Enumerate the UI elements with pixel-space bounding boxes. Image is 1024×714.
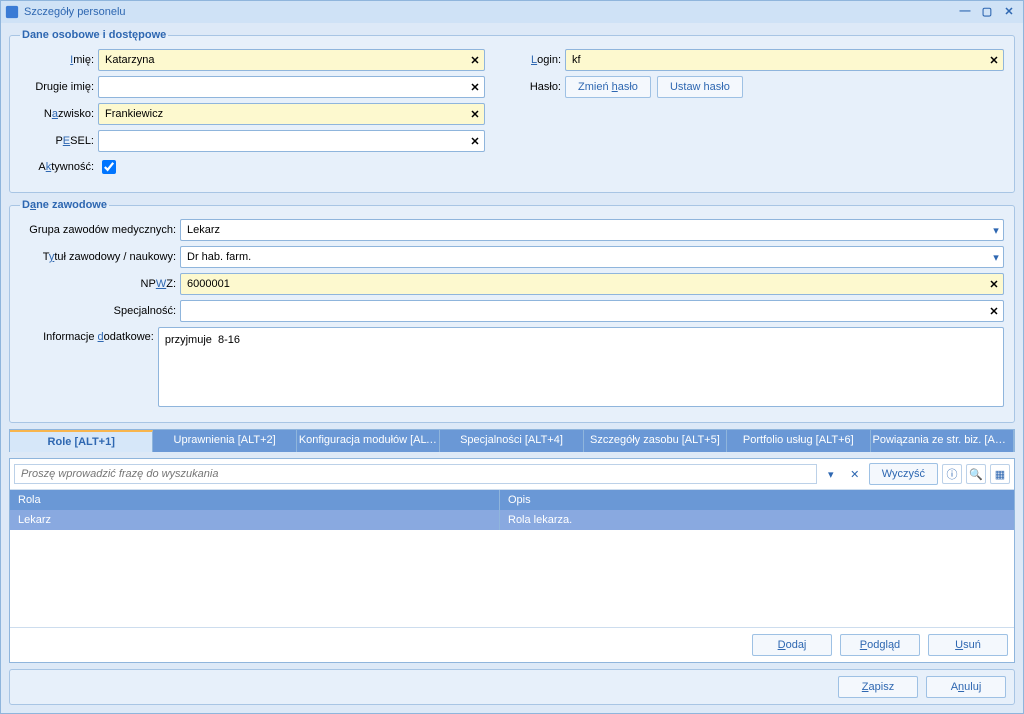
tytul-select[interactable]: Dr hab. farm. ▾ <box>180 246 1004 268</box>
search-icon[interactable]: 🔍 <box>966 464 986 484</box>
pesel-input[interactable] <box>99 131 466 151</box>
grid-buttonbar: Dodaj Podgląd Usuń <box>10 627 1014 662</box>
clear-icon[interactable]: ✕ <box>985 54 1003 67</box>
spec-label: Specjalność: <box>20 305 180 317</box>
col-rola[interactable]: Rola <box>10 490 500 510</box>
tab-konfiguracja[interactable]: Konfiguracja modułów [ALT+3] <box>297 430 440 452</box>
minimize-icon[interactable]: — <box>955 5 975 19</box>
npwz-field[interactable]: ✕ <box>180 273 1004 295</box>
cancel-button[interactable]: Anuluj <box>926 676 1006 698</box>
footer-buttonbar: Zapisz Anuluj <box>9 669 1015 705</box>
info-icon[interactable]: ⓘ <box>942 464 962 484</box>
add-button[interactable]: Dodaj <box>752 634 832 656</box>
professional-fieldset: Dane zawodowe Grupa zawodów medycznych: … <box>9 199 1015 423</box>
aktywnosc-label: Aktywność: <box>20 161 98 173</box>
grupa-select[interactable]: Lekarz ▾ <box>180 219 1004 241</box>
professional-legend: Dane zawodowe <box>20 199 109 211</box>
nazwisko-field[interactable]: ✕ <box>98 103 485 125</box>
tab-powiazania[interactable]: Powiązania ze str. biz. [ALT+7] <box>871 430 1014 452</box>
tab-portfolio[interactable]: Portfolio usług [ALT+6] <box>727 430 870 452</box>
grid-empty <box>10 530 1014 627</box>
clear-button[interactable]: Wyczyść <box>869 463 938 485</box>
table-row[interactable]: Lekarz Rola lekarza. <box>10 510 1014 530</box>
titlebar: Szczegóły personelu — ▢ ✕ <box>1 1 1023 23</box>
clear-icon[interactable]: ✕ <box>466 108 484 121</box>
grupa-label: Grupa zawodów medycznych: <box>20 224 180 236</box>
delete-button[interactable]: Usuń <box>928 634 1008 656</box>
window-title: Szczegóły personelu <box>24 6 126 18</box>
info-textarea[interactable]: przyjmuje 8-16 <box>158 327 1004 407</box>
imie-label: Imię: <box>20 54 98 66</box>
login-field[interactable]: ✕ <box>565 49 1004 71</box>
pesel-label: PESEL: <box>20 135 98 147</box>
tab-panel: ▾ ✕ Wyczyść ⓘ 🔍 ▦ Rola Opis Lekarz Rola … <box>9 458 1015 663</box>
search-input[interactable] <box>14 464 817 484</box>
haslo-label: Hasło: <box>515 81 565 93</box>
col-opis[interactable]: Opis <box>500 490 1014 510</box>
npwz-label: NPWZ: <box>20 278 180 290</box>
pesel-field[interactable]: ✕ <box>98 130 485 152</box>
nazwisko-label: Nazwisko: <box>20 108 98 120</box>
login-input[interactable] <box>566 50 985 70</box>
searchbar: ▾ ✕ Wyczyść ⓘ 🔍 ▦ <box>10 459 1014 490</box>
personal-access-fieldset: Dane osobowe i dostępowe Imię: ✕ Drugie … <box>9 29 1015 193</box>
imie-field[interactable]: ✕ <box>98 49 485 71</box>
grupa-value: Lekarz <box>181 224 989 236</box>
change-password-button[interactable]: Zmień hasło <box>565 76 651 98</box>
tab-szczegoly[interactable]: Szczegóły zasobu [ALT+5] <box>584 430 727 452</box>
spec-input[interactable] <box>181 301 985 321</box>
cell-opis: Rola lekarza. <box>500 510 1014 530</box>
drugie-input[interactable] <box>99 77 466 97</box>
tab-uprawnienia[interactable]: Uprawnienia [ALT+2] <box>153 430 296 452</box>
clear-icon[interactable]: ✕ <box>985 278 1003 291</box>
npwz-input[interactable] <box>181 274 985 294</box>
maximize-icon[interactable]: ▢ <box>977 5 997 19</box>
chevron-down-icon[interactable]: ▾ <box>989 251 1003 264</box>
personnel-details-window: Szczegóły personelu — ▢ ✕ Dane osobowe i… <box>0 0 1024 714</box>
grid-header: Rola Opis <box>10 490 1014 510</box>
tabstrip: Role [ALT+1] Uprawnienia [ALT+2] Konfigu… <box>9 429 1015 452</box>
spec-field[interactable]: ✕ <box>180 300 1004 322</box>
clear-icon[interactable]: ✕ <box>466 135 484 148</box>
chevron-down-icon[interactable]: ▾ <box>989 224 1003 237</box>
cell-rola: Lekarz <box>10 510 500 530</box>
dropdown-toggle-icon[interactable]: ▾ <box>821 464 841 484</box>
tab-role[interactable]: Role [ALT+1] <box>10 430 153 452</box>
nazwisko-input[interactable] <box>99 104 466 124</box>
aktywnosc-checkbox[interactable] <box>102 160 116 174</box>
app-icon <box>5 5 19 19</box>
clear-icon[interactable]: ✕ <box>466 54 484 67</box>
tab-specjalnosci[interactable]: Specjalności [ALT+4] <box>440 430 583 452</box>
clear-search-icon[interactable]: ✕ <box>845 464 865 484</box>
clear-icon[interactable]: ✕ <box>985 305 1003 318</box>
imie-input[interactable] <box>99 50 466 70</box>
personal-legend: Dane osobowe i dostępowe <box>20 29 168 41</box>
preview-button[interactable]: Podgląd <box>840 634 920 656</box>
tytul-label: Tytuł zawodowy / naukowy: <box>20 251 180 263</box>
set-password-button[interactable]: Ustaw hasło <box>657 76 743 98</box>
clear-icon[interactable]: ✕ <box>466 81 484 94</box>
drugie-field[interactable]: ✕ <box>98 76 485 98</box>
close-icon[interactable]: ✕ <box>999 5 1019 19</box>
info-label: Informacje dodatkowe: <box>20 327 158 343</box>
save-button[interactable]: Zapisz <box>838 676 918 698</box>
login-label: Login: <box>515 54 565 66</box>
tytul-value: Dr hab. farm. <box>181 251 989 263</box>
roles-grid: Rola Opis Lekarz Rola lekarza. <box>10 490 1014 627</box>
drugie-label: Drugie imię: <box>20 81 98 93</box>
grid-icon[interactable]: ▦ <box>990 464 1010 484</box>
